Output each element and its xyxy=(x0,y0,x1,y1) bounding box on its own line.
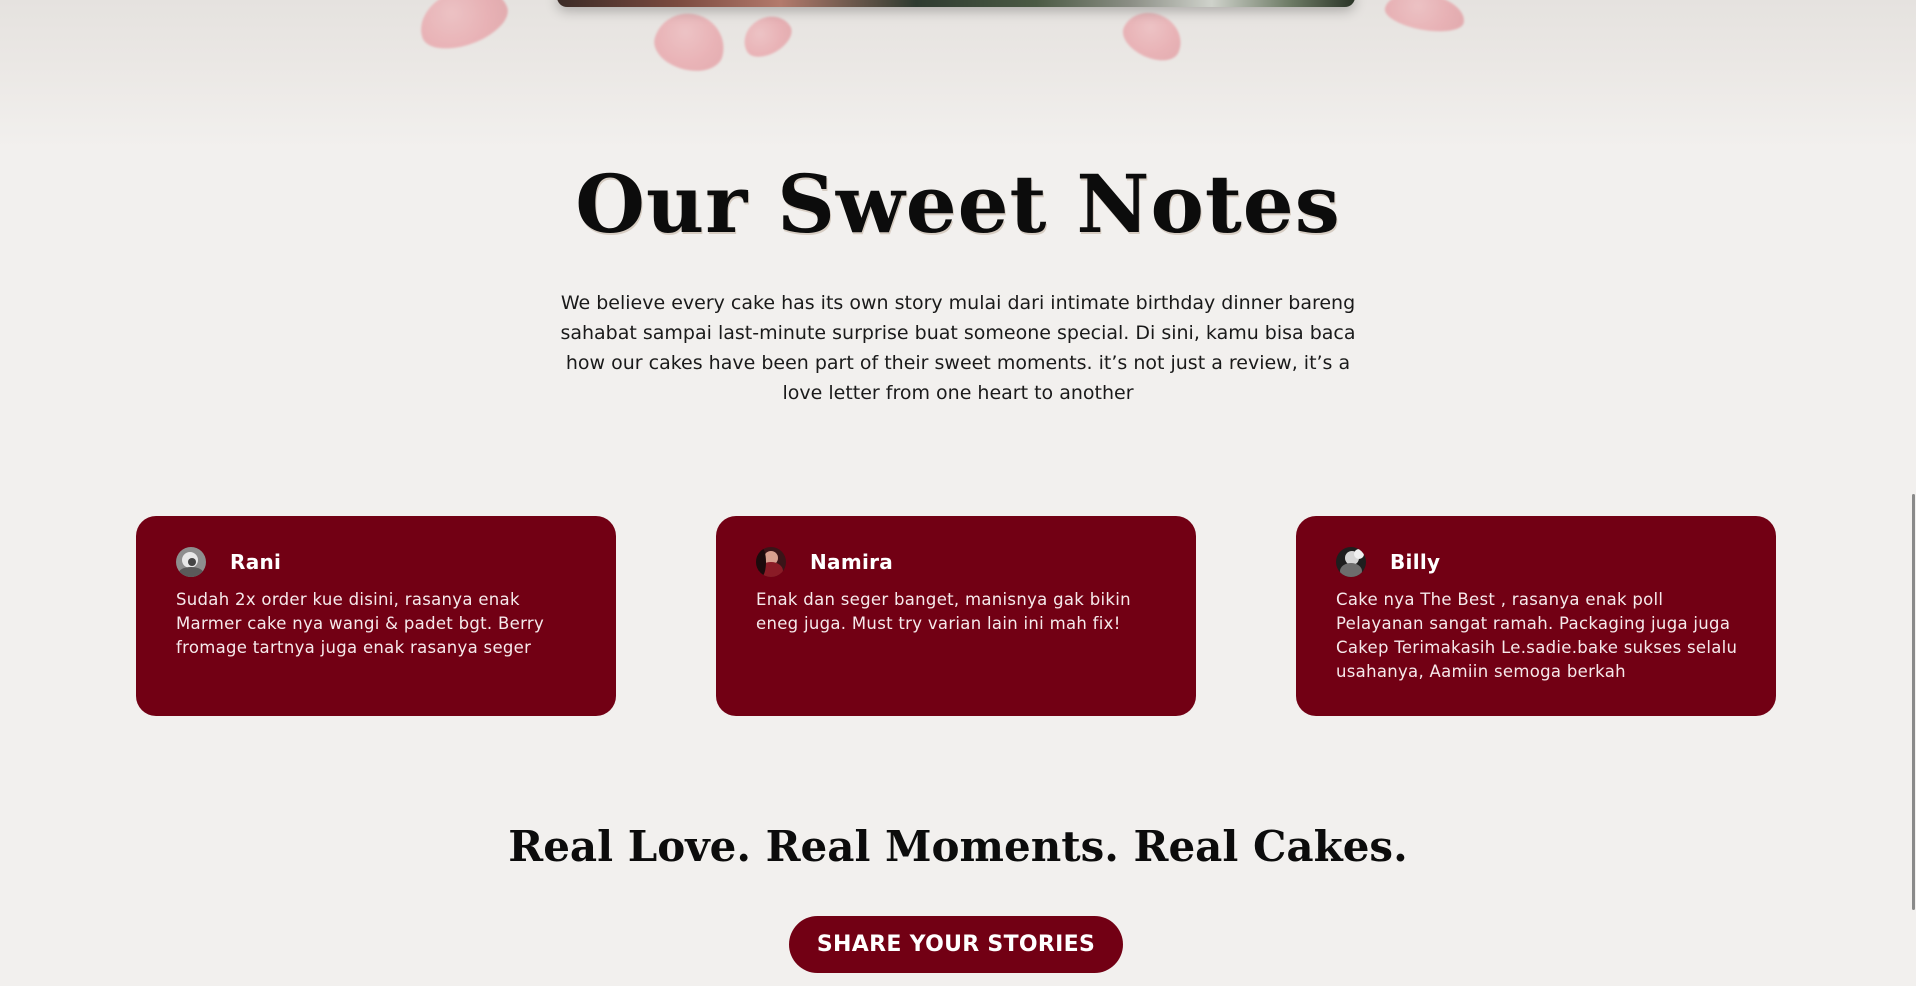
review-card-header: Namira xyxy=(756,546,1166,578)
rose-petal-decoration xyxy=(411,0,515,59)
rose-petal-decoration xyxy=(1382,0,1468,37)
review-card: Rani Sudah 2x order kue disini, rasanya … xyxy=(136,516,616,716)
hero-background xyxy=(0,0,1916,150)
reviewer-name: Namira xyxy=(810,550,894,574)
share-your-stories-button[interactable]: SHARE YOUR STORIES xyxy=(789,916,1123,973)
hero-photo xyxy=(557,0,1355,7)
rose-petal-decoration xyxy=(648,5,732,79)
reviewer-name: Rani xyxy=(230,550,282,574)
review-card-header: Rani xyxy=(176,546,586,578)
scrollbar-thumb[interactable] xyxy=(1912,494,1915,910)
review-card: Billy Cake nya The Best , rasanya enak p… xyxy=(1296,516,1776,716)
review-card-header: Billy xyxy=(1336,546,1746,578)
avatar xyxy=(1336,547,1366,577)
rose-petal-decoration xyxy=(736,7,798,65)
rose-petal-decoration xyxy=(1116,3,1190,69)
review-text: Cake nya The Best , rasanya enak poll Pe… xyxy=(1336,590,1738,681)
reviewer-name: Billy xyxy=(1390,550,1441,574)
review-text: Enak dan seger banget, manisnya gak biki… xyxy=(756,590,1131,633)
review-card: Namira Enak dan seger banget, manisnya g… xyxy=(716,516,1196,716)
review-cards: Rani Sudah 2x order kue disini, rasanya … xyxy=(0,516,1916,716)
avatar xyxy=(176,547,206,577)
tagline: Real Love. Real Moments. Real Cakes. xyxy=(508,822,1408,871)
page: Our Sweet Notes We believe every cake ha… xyxy=(0,0,1916,986)
section-intro: We believe every cake has its own story … xyxy=(560,292,1356,404)
review-text: Sudah 2x order kue disini, rasanya enak … xyxy=(176,590,545,657)
section-title: Our Sweet Notes xyxy=(575,157,1341,251)
avatar xyxy=(756,547,786,577)
scrollbar[interactable] xyxy=(1910,0,1916,986)
